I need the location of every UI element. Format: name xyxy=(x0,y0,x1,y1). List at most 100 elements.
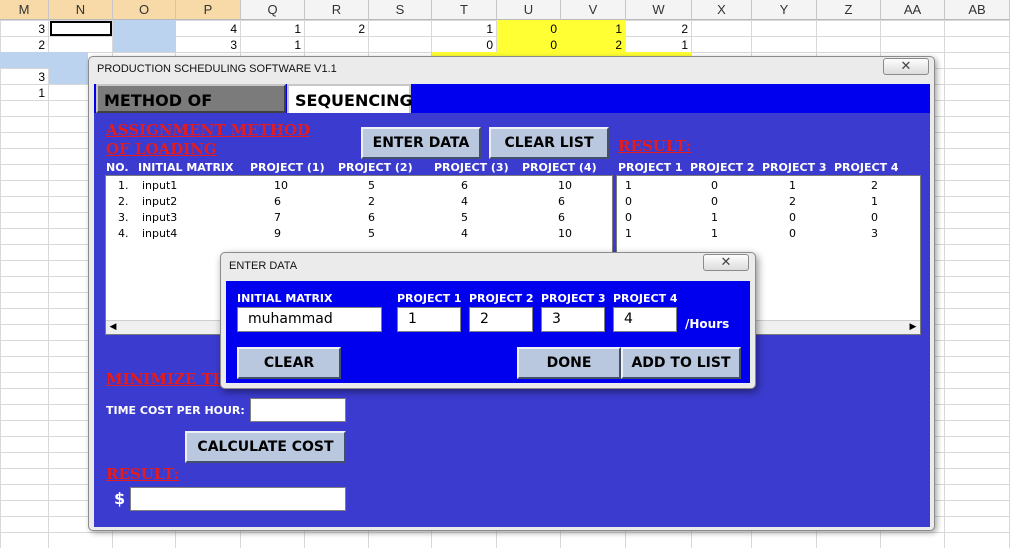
currency-symbol: $ xyxy=(114,489,126,508)
input-list-cell: 2. xyxy=(118,195,129,208)
cell-w1[interactable]: 2 xyxy=(626,21,692,37)
result-list-cell: 1 xyxy=(711,227,718,240)
cell-q1[interactable]: 1 xyxy=(241,21,305,37)
input-list-cell: 6 xyxy=(558,211,565,224)
result-list-cell: 2 xyxy=(789,195,796,208)
initial-matrix-label: INITIAL MATRIX xyxy=(237,292,333,305)
assignment-heading: ASSIGNMENT METHOD OF LOADING xyxy=(106,121,311,158)
input-list-cell: 5 xyxy=(368,179,375,192)
dialog-client: INITIAL MATRIX muhammad PROJECT 1 PROJEC… xyxy=(226,281,750,383)
initial-matrix-input[interactable]: muhammad xyxy=(237,307,382,332)
time-cost-input[interactable] xyxy=(250,398,346,422)
tab-bar: METHOD OF LOADING SEQUENCING xyxy=(94,84,930,139)
input-list-cell: 9 xyxy=(274,227,281,240)
input-list-cell: input2 xyxy=(142,195,178,208)
cell-m1[interactable]: 3 xyxy=(0,21,49,37)
col-header-project-1: PROJECT (1) xyxy=(250,161,325,174)
selection-fill xyxy=(49,68,88,84)
column-header-x[interactable]: X xyxy=(692,0,752,20)
input-list-cell: 5 xyxy=(368,227,375,240)
cell-t2[interactable]: 0 xyxy=(432,37,497,53)
active-cell[interactable] xyxy=(50,21,112,36)
input-list-cell: 5 xyxy=(461,211,468,224)
cell-p1[interactable]: 4 xyxy=(176,21,241,37)
column-header-aa[interactable]: AA xyxy=(881,0,945,20)
col-header-project-4: PROJECT (4) xyxy=(522,161,597,174)
cell-p2[interactable]: 3 xyxy=(176,37,241,53)
cell-m2[interactable]: 2 xyxy=(0,37,49,53)
column-header-p[interactable]: P xyxy=(176,0,241,20)
column-header-s[interactable]: S xyxy=(369,0,432,20)
column-header-m[interactable]: M xyxy=(0,0,49,20)
cell-v1[interactable]: 1 xyxy=(561,21,626,37)
column-header-ab[interactable]: AB xyxy=(945,0,1010,20)
result-list-cell: 1 xyxy=(625,227,632,240)
clear-list-button[interactable]: CLEAR LIST xyxy=(489,127,609,159)
project-1-input[interactable]: 1 xyxy=(397,307,461,332)
input-list-cell: 4. xyxy=(118,227,129,240)
input-list-cell: input3 xyxy=(142,211,178,224)
enter-data-dialog: ENTER DATA ✕ INITIAL MATRIX muhammad PRO… xyxy=(220,252,756,389)
project-3-input[interactable]: 3 xyxy=(541,307,605,332)
input-list-cell: 3. xyxy=(118,211,129,224)
project-4-input[interactable]: 4 xyxy=(613,307,677,332)
col-header-project-2: PROJECT (2) xyxy=(338,161,413,174)
cell-m4[interactable]: 3 xyxy=(0,69,49,85)
cell-v2[interactable]: 2 xyxy=(561,37,626,53)
column-header-w[interactable]: W xyxy=(626,0,692,20)
dialog-title: ENTER DATA xyxy=(229,260,298,272)
dialog-clear-button[interactable]: CLEAR xyxy=(237,347,341,379)
cell-r1[interactable]: 2 xyxy=(305,21,369,37)
cell-u2[interactable]: 0 xyxy=(497,37,561,53)
column-header-o[interactable]: O xyxy=(113,0,176,20)
input-list-cell: 6 xyxy=(274,195,281,208)
input-list-cell: 4 xyxy=(461,227,468,240)
project-2-input[interactable]: 2 xyxy=(469,307,533,332)
add-to-list-button[interactable]: ADD TO LIST xyxy=(621,347,741,379)
col-header-initial-matrix: INITIAL MATRIX xyxy=(138,161,234,174)
selection-fill xyxy=(113,20,176,52)
tab-sequencing[interactable]: SEQUENCING xyxy=(287,84,413,113)
scroll-right-icon[interactable]: ▶ xyxy=(906,321,920,334)
result-header-project-4: PROJECT 4 xyxy=(834,161,899,174)
column-header-v[interactable]: V xyxy=(561,0,626,20)
input-list-cell: 4 xyxy=(461,195,468,208)
project-4-label: PROJECT 4 xyxy=(613,292,678,305)
cell-u1[interactable]: 0 xyxy=(497,21,561,37)
calculate-cost-button[interactable]: CALCULATE COST xyxy=(185,431,346,463)
input-list-cell: 2 xyxy=(368,195,375,208)
scroll-left-icon[interactable]: ◀ xyxy=(106,321,120,334)
input-list-cell: 10 xyxy=(558,179,572,192)
column-header-z[interactable]: Z xyxy=(817,0,881,20)
dialog-close-button[interactable]: ✕ xyxy=(703,254,749,271)
result-list-cell: 0 xyxy=(789,211,796,224)
cell-w2[interactable]: 1 xyxy=(626,37,692,53)
cell-m5[interactable]: 1 xyxy=(0,85,49,101)
input-list-cell: 10 xyxy=(274,179,288,192)
close-button[interactable]: ✕ xyxy=(883,58,929,75)
minimize-heading: MINIMIZE THE xyxy=(106,370,239,388)
cell-t1[interactable]: 1 xyxy=(432,21,497,37)
column-header-q[interactable]: Q xyxy=(241,0,305,20)
window-title: PRODUCTION SCHEDULING SOFTWARE V1.1 xyxy=(97,63,337,75)
result-total-heading: RESULT: xyxy=(106,465,180,483)
result-list-cell: 3 xyxy=(871,227,878,240)
close-icon: ✕ xyxy=(900,59,912,74)
column-header-u[interactable]: U xyxy=(497,0,561,20)
column-header-y[interactable]: Y xyxy=(752,0,817,20)
input-list-cell: 7 xyxy=(274,211,281,224)
input-list-cell: 6 xyxy=(558,195,565,208)
cost-result-field[interactable] xyxy=(130,487,346,511)
column-header-n[interactable]: N xyxy=(49,0,113,20)
gridline xyxy=(944,20,945,548)
tab-method-of-loading[interactable]: METHOD OF LOADING xyxy=(96,84,286,139)
enter-data-button[interactable]: ENTER DATA xyxy=(361,127,481,159)
input-list-cell: input4 xyxy=(142,227,178,240)
column-header-r[interactable]: R xyxy=(305,0,369,20)
cell-q2[interactable]: 1 xyxy=(241,37,305,53)
time-cost-label: TIME COST PER HOUR: xyxy=(106,404,245,417)
result-list-cell: 1 xyxy=(789,179,796,192)
done-button[interactable]: DONE xyxy=(517,347,621,379)
result-list-cell: 1 xyxy=(625,179,632,192)
column-header-t[interactable]: T xyxy=(432,0,497,20)
